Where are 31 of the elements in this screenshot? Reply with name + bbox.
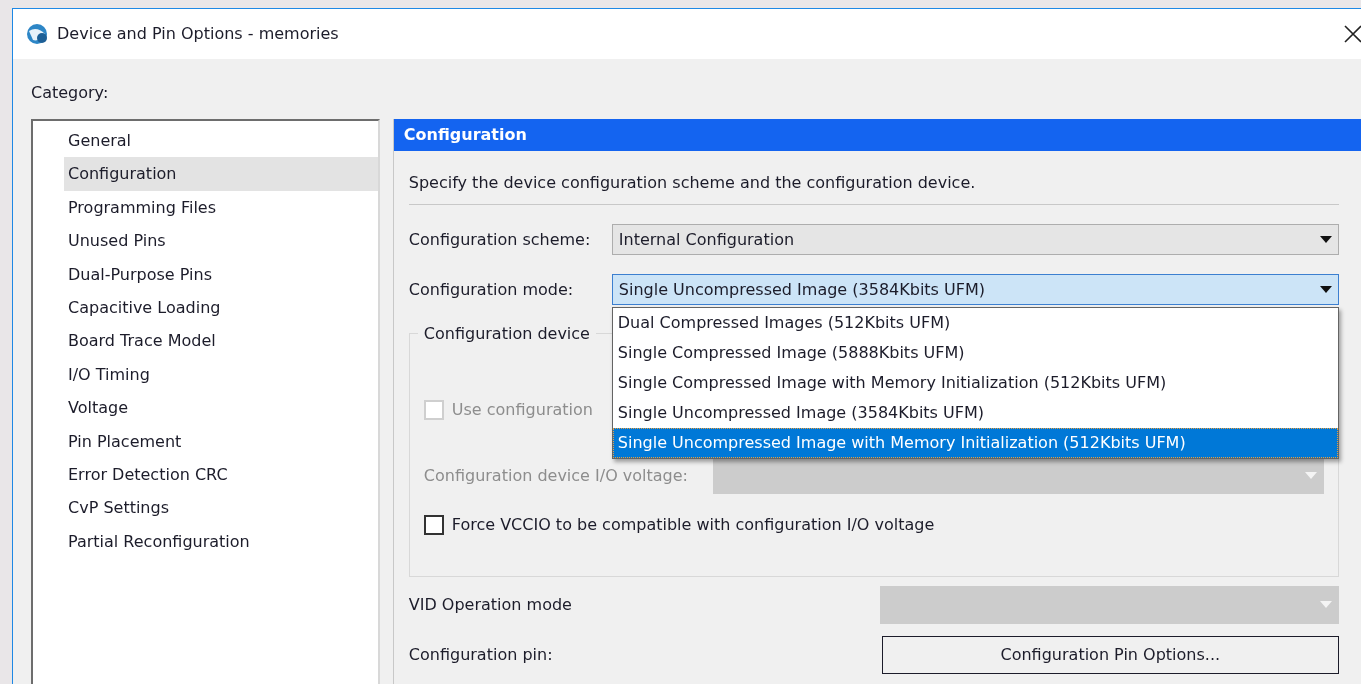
category-label: Category: — [31, 83, 109, 102]
checkbox-label: Use configuration — [451, 399, 593, 421]
field-label: VID Operation mode — [408, 594, 573, 616]
category-item[interactable]: Programming Files — [64, 190, 378, 225]
category-item[interactable]: Configuration — [64, 157, 378, 191]
field-label: Configuration pin: — [408, 644, 554, 666]
category-item[interactable]: Dual-Purpose Pins — [64, 257, 378, 291]
configuration-mode-dropdown[interactable]: Single Uncompressed Image (3584Kbits UFM) — [611, 274, 1339, 305]
panel-header: Configuration — [393, 119, 1361, 151]
field-label: Configuration device I/O voltage: — [423, 465, 689, 487]
field-label: Configuration scheme: — [408, 229, 591, 249]
field-label: Configuration mode: — [408, 279, 574, 299]
checkbox-label: Force VCCIO to be compatible with configuration I/O voltage — [451, 514, 935, 536]
dropdown-option[interactable]: Single Uncompressed Image (3584Kbits UFM) — [612, 398, 1338, 428]
category-item[interactable]: Error Detection CRC — [64, 457, 378, 492]
dropdown-option[interactable]: Dual Compressed Images (512Kbits UFM) — [612, 308, 1338, 338]
configuration-scheme-dropdown[interactable]: Internal Configuration — [611, 224, 1339, 255]
dropdown-option[interactable]: Single Compressed Image (5888Kbits UFM) — [612, 338, 1338, 368]
category-item[interactable]: CvP Settings — [64, 491, 378, 525]
window-title: Device and Pin Options - memories — [57, 23, 339, 45]
category-item[interactable]: Unused Pins — [64, 224, 378, 258]
category-item[interactable]: Partial Reconfiguration — [64, 524, 378, 559]
category-item[interactable]: I/O Timing — [64, 357, 378, 392]
category-item[interactable]: General — [64, 124, 378, 158]
category-item[interactable]: Voltage — [64, 391, 378, 425]
description-text: Specify the device configuration scheme and the configuration device. — [408, 173, 976, 192]
dropdown-option[interactable]: Single Compressed Image with Memory Initialization (512Kbits UFM) — [612, 368, 1338, 398]
category-item[interactable]: Pin Placement — [64, 424, 378, 458]
dropdown-option[interactable]: Single Uncompressed Image with Memory Initialization (512Kbits UFM) — [612, 428, 1338, 458]
category-item[interactable]: Board Trace Model — [64, 324, 378, 358]
category-item[interactable]: Capacitive Loading — [64, 290, 378, 325]
